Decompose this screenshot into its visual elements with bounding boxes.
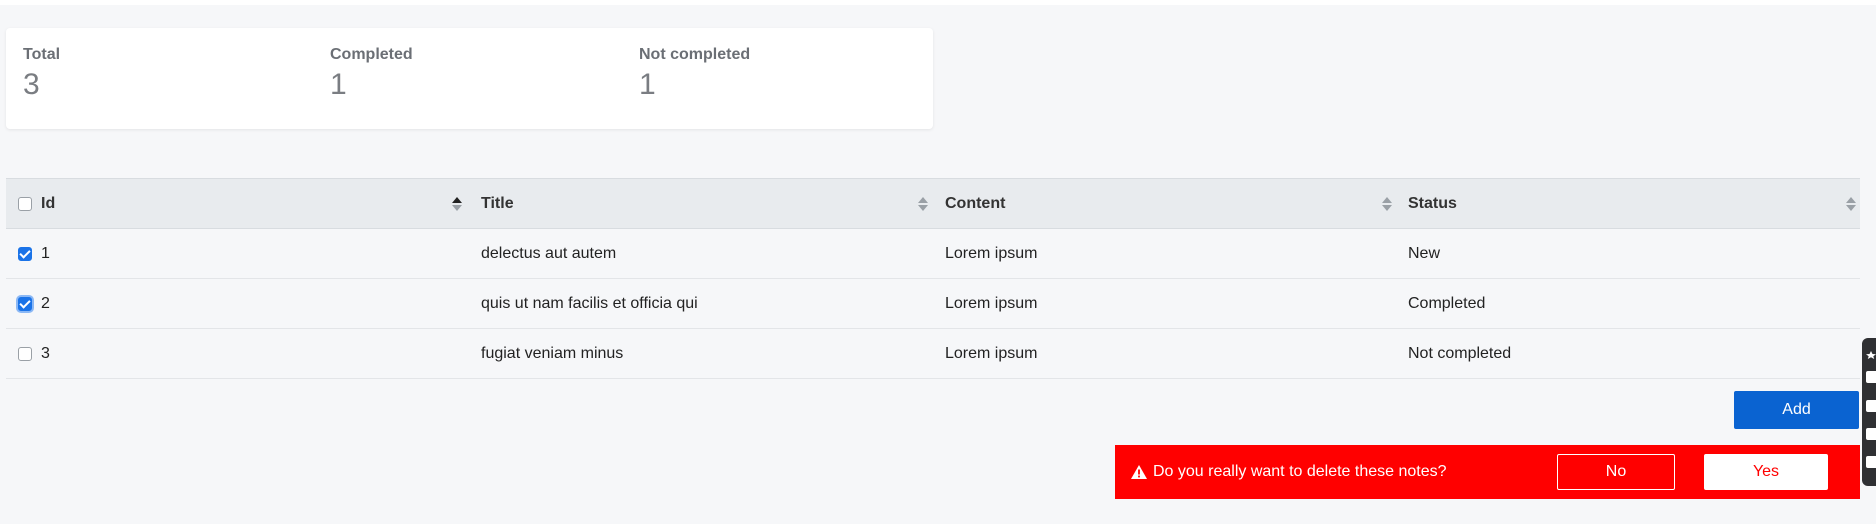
stat-completed: Completed 1 [330,46,413,102]
cell-status: Completed [1408,294,1486,312]
column-header-id-label: Id [41,194,56,212]
sort-icon[interactable] [918,195,928,213]
confirm-no-button[interactable]: No [1557,454,1675,490]
row-checkbox[interactable] [18,296,32,311]
side-toolbar [1862,338,1876,486]
stat-not-completed-label: Not completed [639,46,751,63]
cell-content: Lorem ipsum [945,244,1038,262]
column-header-status-label: Status [1408,194,1457,212]
stat-completed-value: 1 [330,68,347,101]
camera-icon[interactable] [1866,371,1876,383]
confirm-message: Do you really want to delete these notes… [1131,445,1447,499]
cell-id: 1 [18,229,50,278]
stats-card: Total 3 Completed 1 Not completed 1 [6,28,933,129]
cell-status: Not completed [1408,344,1512,362]
cell-id-value: 2 [41,294,50,312]
column-header-status[interactable]: Status [1408,179,1457,228]
cell-title: delectus aut autem [481,244,617,262]
copy-icon[interactable] [1866,428,1876,440]
stat-completed-label: Completed [330,46,413,63]
cell-id: 3 [18,329,50,378]
stat-not-completed: Not completed 1 [639,46,750,102]
cell-id-value: 1 [41,244,50,262]
warning-icon [1131,465,1147,479]
cell-title: fugiat veniam minus [481,344,624,362]
row-checkbox[interactable] [18,346,32,361]
cell-id-value: 3 [41,344,50,362]
sort-icon[interactable] [452,195,462,213]
sort-icon[interactable] [1382,195,1392,213]
add-button[interactable]: Add [1734,391,1859,429]
column-header-content-label: Content [945,194,1006,212]
confirm-yes-button[interactable]: Yes [1704,454,1828,490]
cell-id: 2 [18,279,50,328]
stat-total-value: 3 [23,68,40,101]
star-icon[interactable] [1866,346,1876,359]
table-header: Id Title Content Status [6,178,1860,229]
column-header-title-label: Title [481,194,514,212]
cell-status: New [1408,244,1441,262]
confirm-message-text: Do you really want to delete these notes… [1153,463,1447,480]
row-checkbox[interactable] [18,246,32,261]
table-row[interactable]: 3 fugiat veniam minus Lorem ipsum Not co… [6,329,1860,379]
stat-not-completed-value: 1 [639,68,656,101]
cell-title: quis ut nam facilis et officia qui [481,294,698,312]
notes-table: Id Title Content Status 1 delectus aut a… [6,178,1860,379]
table-row[interactable]: 2 quis ut nam facilis et officia qui Lor… [6,279,1860,329]
cell-content: Lorem ipsum [945,294,1038,312]
column-header-title[interactable]: Title [481,179,514,228]
stat-total: Total 3 [23,46,60,102]
select-all-checkbox[interactable] [18,196,32,211]
column-header-id[interactable]: Id [18,179,55,228]
stat-total-label: Total [23,46,61,63]
cell-content: Lorem ipsum [945,344,1038,362]
table-row[interactable]: 1 delectus aut autem Lorem ipsum New [6,229,1860,279]
delete-confirm-bar: Do you really want to delete these notes… [1115,445,1860,499]
sort-icon[interactable] [1846,195,1856,213]
gear-icon[interactable] [1866,456,1876,468]
square-icon[interactable] [1866,400,1876,412]
column-header-content[interactable]: Content [945,179,1005,228]
